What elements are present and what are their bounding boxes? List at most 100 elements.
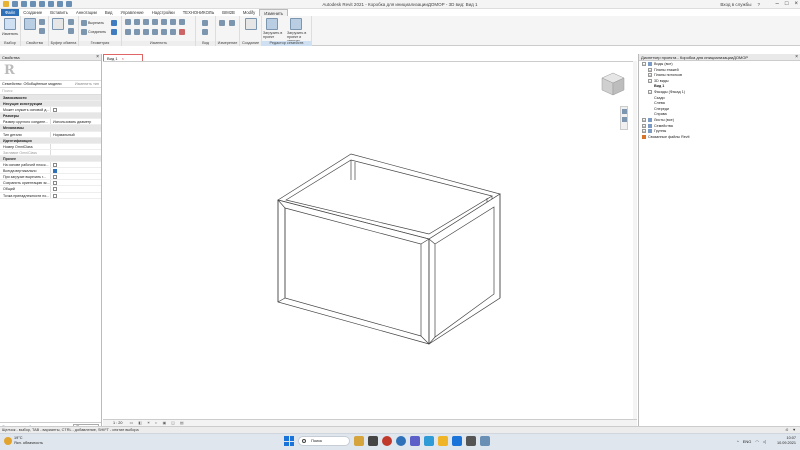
pin-icon[interactable]: [179, 19, 185, 25]
yandex-icon[interactable]: [382, 436, 392, 446]
expand-icon[interactable]: +: [648, 67, 652, 72]
move-icon[interactable]: [125, 29, 131, 35]
browser-item[interactable]: Связанные файлы Revit: [639, 135, 800, 141]
tab-3[interactable]: Аннотации: [72, 9, 101, 16]
load-into-project-close-button[interactable]: [290, 18, 302, 30]
tab-2[interactable]: Вставить: [46, 9, 72, 16]
taskview-icon[interactable]: [368, 436, 378, 446]
type-selector[interactable]: R: [0, 61, 101, 81]
steeringwheel-icon[interactable]: [621, 109, 627, 114]
property-value[interactable]: [51, 180, 101, 186]
modify-tool-button[interactable]: [4, 18, 16, 30]
split-face-icon[interactable]: [111, 29, 117, 35]
cut-wall-icon[interactable]: [111, 20, 117, 26]
join-geometry-label[interactable]: Соединить: [88, 30, 106, 34]
family-filter[interactable]: Семейство: Обобщённые модели Изменить ти…: [0, 81, 101, 88]
array-icon[interactable]: [161, 29, 167, 35]
maximize-button[interactable]: □: [785, 1, 789, 7]
property-checkbox[interactable]: [53, 193, 57, 198]
property-value[interactable]: [51, 144, 101, 149]
expand-icon[interactable]: +: [642, 129, 646, 134]
align-icon[interactable]: [125, 19, 131, 25]
expand-icon[interactable]: +: [648, 73, 652, 78]
delete-icon[interactable]: [179, 29, 185, 35]
property-checkbox[interactable]: [53, 169, 57, 174]
property-value[interactable]: Использовать диаметр: [51, 119, 101, 124]
family-types-icon[interactable]: [39, 19, 45, 25]
signin-link[interactable]: Вход в службы: [720, 2, 751, 7]
clock[interactable]: 10:07 10.09.2021: [777, 436, 796, 446]
tab-4[interactable]: Вид: [101, 9, 117, 16]
view-controls-icons[interactable]: ▭ ◧ ☀ ◐ ▣ ◫ ▤: [130, 421, 186, 425]
properties-button[interactable]: [24, 18, 36, 30]
help-icon[interactable]: ?: [757, 2, 760, 7]
vertical-scrollbar[interactable]: [633, 61, 637, 419]
property-value[interactable]: [51, 107, 101, 113]
dimension-icon[interactable]: [229, 20, 235, 26]
tab-8[interactable]: BIM2B: [218, 9, 239, 16]
expand-icon[interactable]: +: [642, 117, 646, 122]
family-category-icon[interactable]: [39, 28, 45, 34]
view-icon[interactable]: [202, 20, 208, 26]
collapse-icon[interactable]: −: [648, 89, 652, 94]
rotate-icon[interactable]: [143, 29, 149, 35]
property-checkbox[interactable]: [53, 181, 57, 186]
scale-icon[interactable]: [170, 29, 176, 35]
load-into-project-button[interactable]: [266, 18, 278, 30]
property-checkbox[interactable]: [53, 108, 57, 113]
property-value[interactable]: [51, 168, 101, 174]
hide-icon[interactable]: [202, 29, 208, 35]
expand-icon[interactable]: +: [642, 123, 646, 128]
lang-indicator[interactable]: ENG: [743, 439, 752, 444]
folder-icon[interactable]: [438, 436, 448, 446]
cut-icon[interactable]: [68, 19, 74, 25]
close-icon[interactable]: ×: [795, 54, 798, 61]
store-icon[interactable]: [452, 436, 462, 446]
tab-1[interactable]: Создание: [19, 9, 46, 16]
revit-taskbar-icon[interactable]: [480, 436, 490, 446]
split-icon[interactable]: [161, 19, 167, 25]
tab-5[interactable]: Управление: [116, 9, 147, 16]
view-scale[interactable]: 1 : 20: [113, 421, 123, 425]
explorer-icon[interactable]: [354, 436, 364, 446]
viewcube-icon[interactable]: [600, 71, 626, 97]
tray-chevron-icon[interactable]: ^: [737, 439, 739, 444]
weather-widget[interactable]: 19°C Ясн. облачность: [4, 436, 43, 446]
collapse-icon[interactable]: −: [642, 62, 646, 67]
offset-icon[interactable]: [134, 19, 140, 25]
property-checkbox[interactable]: [53, 163, 57, 168]
tab-0[interactable]: Файл: [1, 9, 20, 16]
close-icon[interactable]: ×: [96, 54, 99, 61]
tab-7[interactable]: ТЕХНОНИКОЛЬ: [179, 9, 219, 16]
mirror-draw-icon[interactable]: [152, 19, 158, 25]
join-icon[interactable]: [81, 29, 87, 35]
box-model[interactable]: [103, 62, 637, 420]
mirror-axis-icon[interactable]: [143, 19, 149, 25]
teams-icon[interactable]: [410, 436, 420, 446]
start-icon[interactable]: [284, 436, 294, 446]
property-value[interactable]: [51, 186, 101, 192]
measure-tool-icon[interactable]: [219, 20, 225, 26]
tab-10[interactable]: Изменить: [259, 9, 289, 16]
split-gap-icon[interactable]: [170, 19, 176, 25]
copy-element-icon[interactable]: [134, 29, 140, 35]
property-value[interactable]: [51, 174, 101, 180]
tab-6[interactable]: Надстройки: [148, 9, 179, 16]
app-icon[interactable]: [466, 436, 476, 446]
close-button[interactable]: ×: [794, 1, 798, 7]
zoom-icon[interactable]: [621, 117, 627, 122]
property-checkbox[interactable]: [53, 175, 57, 180]
3d-view-canvas[interactable]: [103, 61, 637, 419]
edit-type-button[interactable]: Изменить тип: [75, 81, 99, 88]
minimize-button[interactable]: –: [776, 1, 779, 7]
view-tab[interactable]: Вид 1 ×: [103, 54, 143, 61]
cut-geometry-label[interactable]: Вырезать: [88, 21, 104, 25]
volume-icon[interactable]: ◁: [763, 439, 766, 444]
collapse-icon[interactable]: −: [648, 78, 652, 83]
property-value[interactable]: [51, 150, 101, 155]
wifi-icon[interactable]: ◠: [755, 439, 759, 444]
trim-icon[interactable]: [152, 29, 158, 35]
property-value[interactable]: [51, 193, 101, 198]
edge-icon[interactable]: [396, 436, 406, 446]
property-value[interactable]: [51, 162, 101, 168]
